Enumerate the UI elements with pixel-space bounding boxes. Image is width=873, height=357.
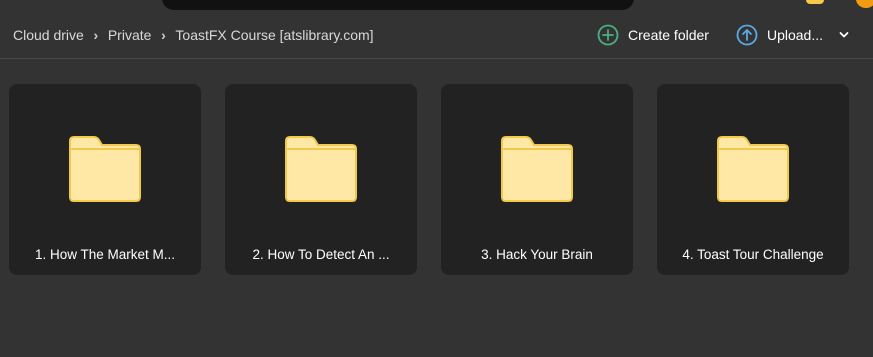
folder-name: 1. How The Market M... (34, 247, 176, 262)
top-search-bar[interactable] (162, 0, 634, 10)
chevron-down-icon[interactable] (839, 31, 849, 39)
folder-icon (717, 136, 789, 202)
create-folder-button[interactable]: Create folder (597, 24, 709, 46)
folder-card[interactable]: 1. How The Market M... (9, 84, 201, 275)
breadcrumb-item-private[interactable]: Private (108, 27, 152, 43)
upload-label: Upload... (766, 27, 823, 43)
toolbar: Cloud drive › Private › ToastFX Course [… (0, 17, 873, 53)
breadcrumb-item-cloud-drive[interactable]: Cloud drive (13, 27, 84, 43)
toolbar-divider (0, 58, 873, 59)
folder-grid: 1. How The Market M... 2. How To Detect … (9, 84, 849, 275)
notification-icon[interactable] (806, 0, 824, 4)
folder-card[interactable]: 2. How To Detect An ... (225, 84, 417, 275)
folder-icon (285, 136, 357, 202)
folder-name: 3. Hack Your Brain (481, 247, 593, 262)
breadcrumb-chevron-icon: › (93, 27, 99, 43)
create-folder-label: Create folder (628, 27, 709, 43)
folder-icon (69, 136, 141, 202)
breadcrumb-item-current-folder[interactable]: ToastFX Course [atslibrary.com] (175, 27, 373, 43)
toolbar-actions: Create folder Upload... (597, 24, 873, 46)
arrow-up-circle-icon (736, 24, 758, 46)
folder-name: 4. Toast Tour Challenge (682, 247, 824, 262)
folder-card[interactable]: 4. Toast Tour Challenge (657, 84, 849, 275)
folder-icon (501, 136, 573, 202)
upload-button[interactable]: Upload... (736, 24, 823, 46)
breadcrumb-chevron-icon: › (161, 27, 166, 43)
breadcrumb: Cloud drive › Private › ToastFX Course [… (0, 27, 374, 43)
plus-circle-icon (597, 24, 619, 46)
avatar[interactable] (856, 0, 873, 8)
folder-name: 2. How To Detect An ... (252, 247, 390, 262)
folder-card[interactable]: 3. Hack Your Brain (441, 84, 633, 275)
